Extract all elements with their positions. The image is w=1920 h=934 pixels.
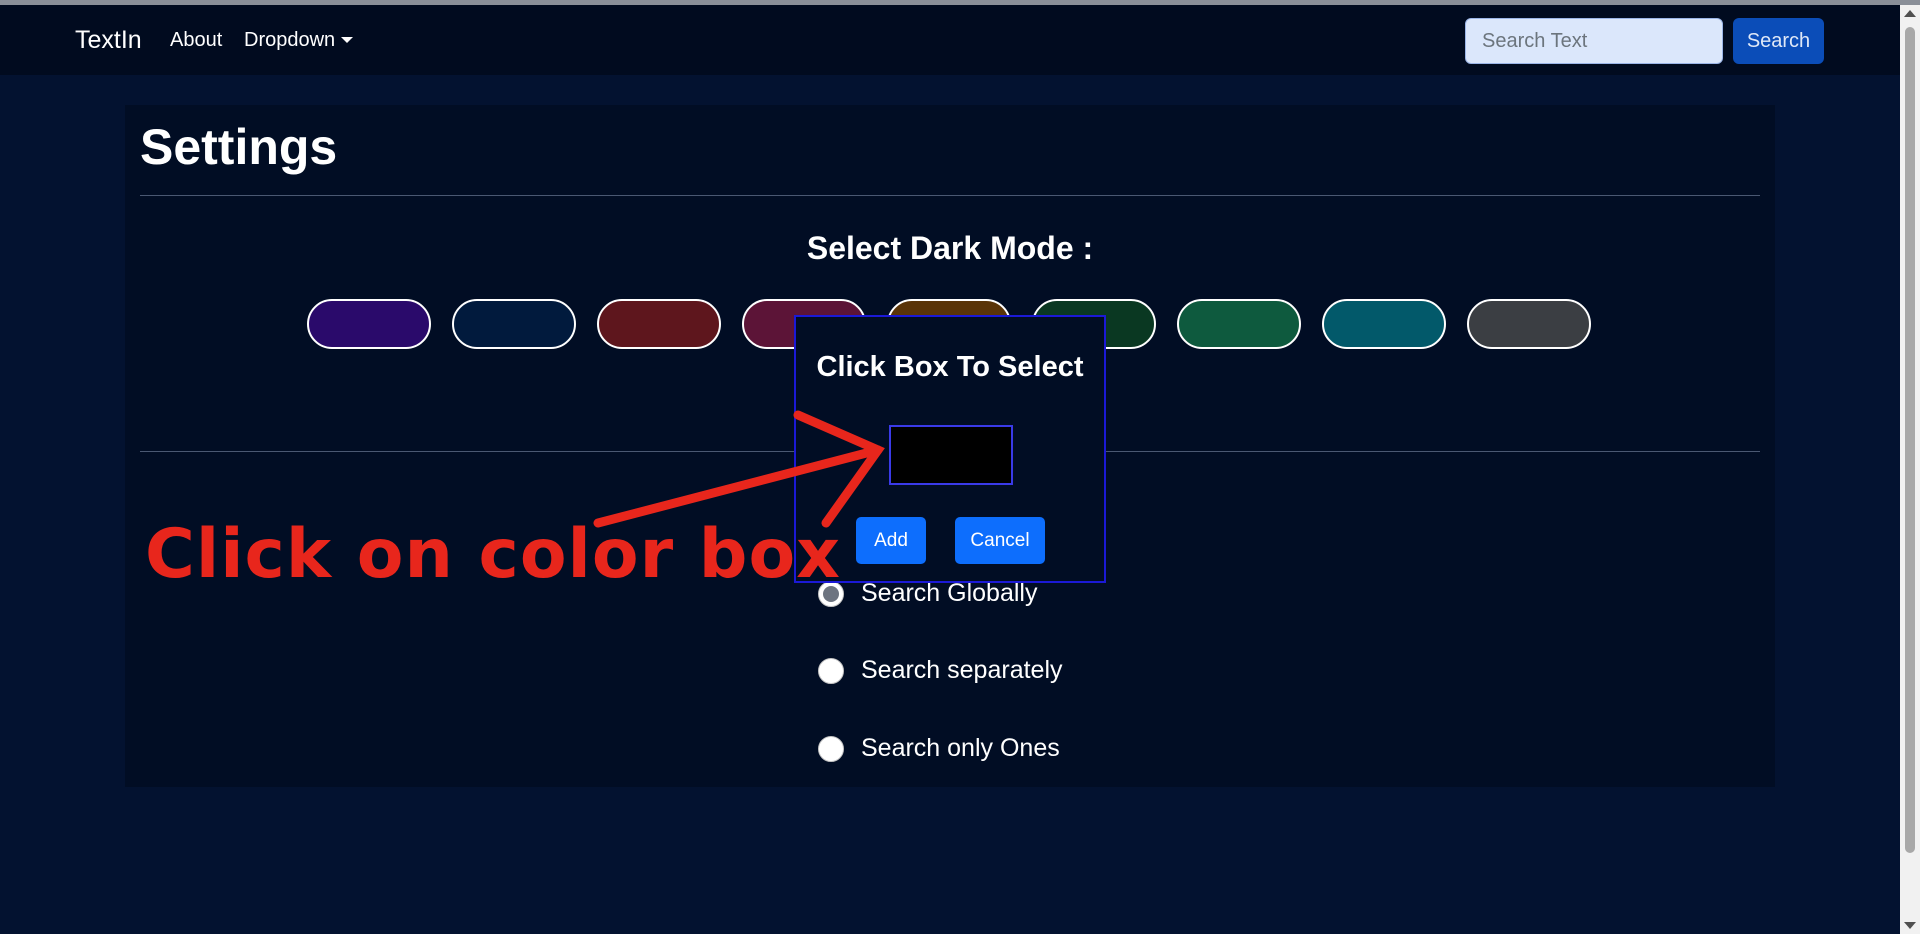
scroll-up-icon[interactable] xyxy=(1904,10,1916,17)
color-swatch[interactable] xyxy=(307,299,431,349)
radio-button[interactable] xyxy=(818,657,844,684)
search-input[interactable] xyxy=(1465,18,1723,64)
radio-button[interactable] xyxy=(818,735,844,762)
dark-mode-heading: Select Dark Mode : xyxy=(806,230,1094,266)
divider-top xyxy=(140,195,1760,196)
scrollbar-thumb[interactable] xyxy=(1905,27,1915,853)
color-swatch[interactable] xyxy=(1177,299,1301,349)
search-option[interactable]: Search Globally xyxy=(818,579,1037,608)
add-button[interactable]: Add xyxy=(856,517,926,564)
color-swatch[interactable] xyxy=(452,299,576,349)
caret-down-icon xyxy=(341,37,354,43)
color-swatch[interactable] xyxy=(1322,299,1446,349)
page-title: Settings xyxy=(140,119,338,175)
nav-dropdown-toggle[interactable]: Dropdown xyxy=(244,28,354,52)
search-option-label: Search separately xyxy=(861,656,1063,684)
nav-about-link[interactable]: About xyxy=(170,29,222,52)
search-option[interactable]: Search only Ones xyxy=(818,734,1060,763)
color-swatch[interactable] xyxy=(597,299,721,349)
nav-dropdown-label: Dropdown xyxy=(244,28,336,51)
modal-title: Click Box To Select xyxy=(816,351,1084,383)
scroll-down-icon[interactable] xyxy=(1904,922,1916,929)
search-option-label: Search Globally xyxy=(861,579,1038,607)
search-button[interactable]: Search xyxy=(1733,18,1824,64)
color-box[interactable] xyxy=(889,425,1013,485)
search-option[interactable]: Search separately xyxy=(818,656,1063,685)
brand-logo[interactable]: TextIn xyxy=(75,26,142,55)
search-option-label: Search only Ones xyxy=(861,734,1060,762)
annotation-text: Click on color box xyxy=(145,515,842,594)
cancel-button[interactable]: Cancel xyxy=(955,517,1045,564)
navbar: TextIn About Dropdown Search xyxy=(0,5,1900,75)
color-swatch[interactable] xyxy=(1467,299,1591,349)
